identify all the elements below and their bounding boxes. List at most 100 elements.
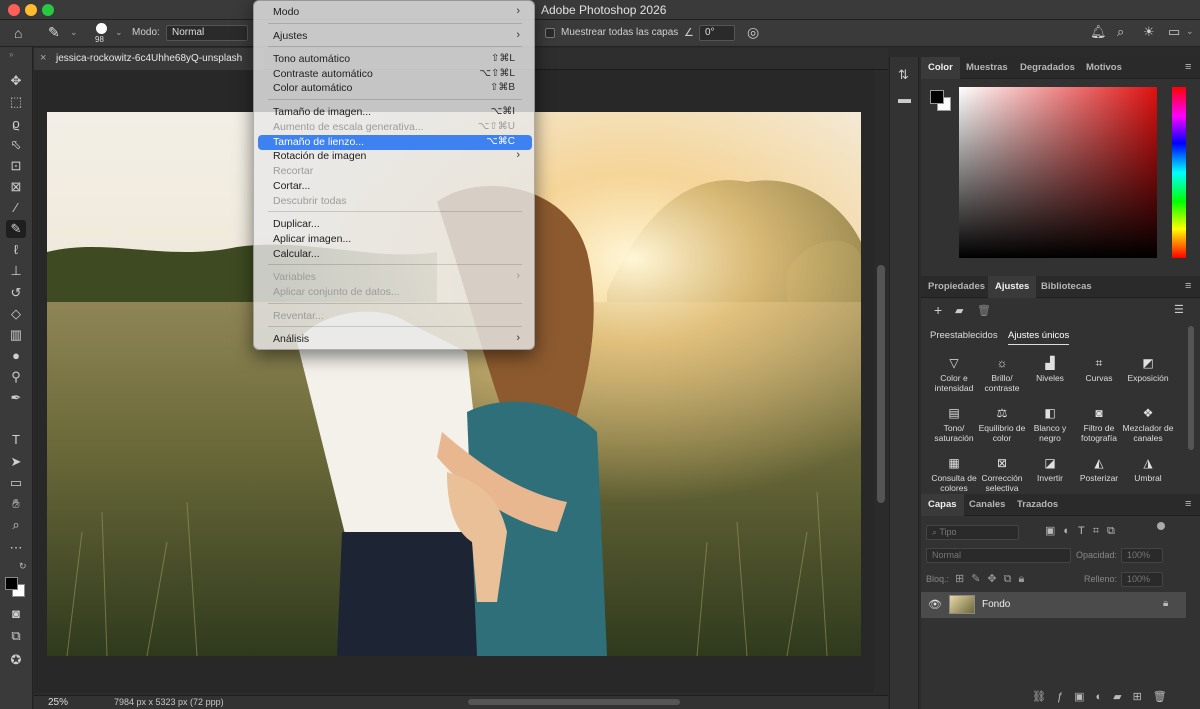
- adjustment-exposure[interactable]: ◩ Exposición: [1120, 356, 1176, 383]
- menu-item[interactable]: Aplicar imagen...: [258, 232, 532, 247]
- chevron-down-icon[interactable]: ⌄: [70, 27, 78, 38]
- tab-swatches[interactable]: Muestras: [959, 57, 1015, 79]
- subtab-single-adjustments[interactable]: Ajustes únicos: [1008, 330, 1070, 345]
- filter-toggle-icon[interactable]: [1157, 522, 1165, 530]
- color-picker-field[interactable]: [959, 87, 1157, 258]
- layers-footer-icons[interactable]: ⛓ƒ▣◐▰⊞🗑︎: [1032, 690, 1178, 703]
- menu-item[interactable]: Rotación de imagen ›: [258, 149, 532, 164]
- type-tool-icon[interactable]: T: [6, 431, 26, 449]
- angle-input[interactable]: 0°: [699, 25, 735, 41]
- lock-icons[interactable]: ⊞✎✥⧉🔒︎: [955, 572, 1031, 586]
- list-view-icon[interactable]: ☰: [1174, 303, 1184, 316]
- chevron-down-icon[interactable]: ⌄: [1186, 26, 1194, 37]
- home-icon[interactable]: ⌂: [14, 25, 22, 41]
- menu-item[interactable]: Tono automático ⇧⌘L: [258, 52, 532, 67]
- foreground-color-swatch[interactable]: [5, 577, 18, 590]
- more-tools-icon[interactable]: ⋯: [6, 539, 26, 557]
- menu-item[interactable]: Modo ›: [258, 5, 532, 20]
- eraser-tool-icon[interactable]: ◇: [6, 305, 26, 323]
- trash-icon[interactable]: 🗑︎: [977, 304, 991, 317]
- sample-all-layers-checkbox[interactable]: [545, 28, 555, 38]
- layer-filter-icons[interactable]: ▣◐T⌗⧉: [1045, 524, 1123, 538]
- layer-kind-filter[interactable]: ⌕ Tipo: [926, 525, 1019, 540]
- zoom-tool-icon[interactable]: ⌕: [6, 516, 26, 534]
- minimize-window-button[interactable]: [25, 4, 37, 16]
- history-icon[interactable]: ⇅: [898, 67, 909, 83]
- menu-item[interactable]: Tamaño de lienzo... ⌥⌘C: [258, 135, 532, 150]
- adjustment-posterize[interactable]: ◭ Posterizar: [1071, 456, 1127, 483]
- gradient-tool-icon[interactable]: ▥: [6, 326, 26, 344]
- hand-tool-icon[interactable]: ✋︎: [6, 495, 26, 513]
- adjustment-photo-filter[interactable]: ◙ Filtro de fotografía: [1071, 406, 1127, 443]
- menu-item[interactable]: Duplicar...: [258, 217, 532, 232]
- horizontal-scrollbar-thumb[interactable]: [468, 699, 680, 705]
- panel-menu-icon[interactable]: ≡: [1185, 498, 1191, 510]
- vertical-scrollbar-thumb[interactable]: [877, 265, 885, 503]
- screen-mode-icon[interactable]: ⧉: [6, 627, 26, 645]
- comments-icon[interactable]: ▬: [898, 91, 911, 106]
- blend-mode-select[interactable]: Normal: [926, 548, 1071, 563]
- folder-icon[interactable]: ▰: [955, 304, 963, 317]
- pressure-icon[interactable]: ◎: [747, 24, 759, 41]
- tab-properties[interactable]: Propiedades: [921, 276, 992, 298]
- menu-item[interactable]: Contraste automático ⌥⇧⌘L: [258, 67, 532, 82]
- panel-menu-icon[interactable]: ≡: [1185, 280, 1191, 292]
- menu-item[interactable]: Ajustes ›: [258, 29, 532, 44]
- fill-input[interactable]: 100%: [1121, 572, 1163, 587]
- panel-collapse-icon[interactable]: »: [9, 50, 13, 59]
- tab-adjustments[interactable]: Ajustes: [988, 276, 1037, 298]
- clone-stamp-tool-icon[interactable]: ⊥: [6, 262, 26, 280]
- adjustment-levels[interactable]: ▟ Niveles: [1022, 356, 1078, 383]
- layer-row[interactable]: 👁︎ Fondo 🔒︎: [921, 592, 1186, 618]
- document-tab[interactable]: × jessica-rockowitz-6c4Uhhe68yQ-unsplash: [34, 48, 264, 70]
- add-icon[interactable]: +: [934, 302, 942, 318]
- document-size-info[interactable]: 7984 px x 5323 px (72 ppp): [114, 697, 224, 707]
- menu-item[interactable]: Calcular...: [258, 247, 532, 262]
- close-window-button[interactable]: [8, 4, 20, 16]
- opacity-input[interactable]: 100%: [1121, 548, 1163, 563]
- close-icon[interactable]: ×: [40, 52, 46, 64]
- tab-gradients[interactable]: Degradados: [1013, 57, 1082, 79]
- brush-tool-icon[interactable]: ℓ: [6, 241, 26, 259]
- history-brush-tool-icon[interactable]: ↺: [6, 284, 26, 302]
- menu-item[interactable]: Tamaño de imagen... ⌥⌘I: [258, 105, 532, 120]
- adjustment-curves[interactable]: ⌗ Curvas: [1071, 356, 1127, 383]
- marquee-tool-icon[interactable]: ⬚: [6, 93, 26, 111]
- menu-item[interactable]: Cortar...: [258, 179, 532, 194]
- frame-tool-icon[interactable]: ⊠: [6, 178, 26, 196]
- subtab-presets[interactable]: Preestablecidos: [930, 330, 998, 341]
- menu-item[interactable]: Análisis ›: [258, 332, 532, 347]
- adjustment-black-white[interactable]: ◧ Blanco y negro: [1022, 406, 1078, 443]
- eye-icon[interactable]: 👁︎: [928, 598, 942, 611]
- healing-brush-tool-icon[interactable]: ✎: [6, 220, 26, 238]
- adjustments-scrollbar[interactable]: [1188, 326, 1194, 450]
- swap-colors-icon[interactable]: ↻: [19, 561, 27, 572]
- zoom-level[interactable]: 25%: [48, 697, 68, 708]
- path-selection-tool-icon[interactable]: ➤: [6, 453, 26, 471]
- brush-preset-picker[interactable]: 98: [92, 22, 112, 45]
- tab-layers[interactable]: Capas: [921, 494, 964, 516]
- menu-item[interactable]: Color automático ⇧⌘B: [258, 81, 532, 96]
- zoom-window-button[interactable]: [42, 4, 54, 16]
- chevron-down-icon[interactable]: ⌄: [115, 27, 123, 38]
- move-tool-icon[interactable]: ✥: [6, 72, 26, 90]
- workspace-icon[interactable]: ▭: [1168, 24, 1180, 40]
- dodge-tool-icon[interactable]: ⚲: [6, 368, 26, 386]
- panel-menu-icon[interactable]: ≡: [1185, 61, 1191, 73]
- tab-libraries[interactable]: Bibliotecas: [1034, 276, 1099, 298]
- eyedropper-tool-icon[interactable]: ⁄: [6, 199, 26, 217]
- object-selection-tool-icon[interactable]: ⬁: [6, 136, 26, 154]
- bell-icon[interactable]: 🔔︎: [1090, 24, 1107, 40]
- quick-mask-icon[interactable]: ◙: [6, 605, 26, 623]
- tab-color[interactable]: Color: [921, 57, 960, 79]
- adjustment-channel-mixer[interactable]: ❖ Mezclador de canales: [1120, 406, 1176, 443]
- crop-tool-icon[interactable]: ⊡: [6, 157, 26, 175]
- blur-tool-icon[interactable]: ●: [6, 347, 26, 365]
- pen-tool-icon[interactable]: ✒: [6, 389, 26, 407]
- generative-icon[interactable]: ✪: [6, 651, 26, 669]
- tab-channels[interactable]: Canales: [962, 494, 1012, 516]
- adjustment-invert[interactable]: ◪ Invertir: [1022, 456, 1078, 483]
- rectangle-tool-icon[interactable]: ▭: [6, 474, 26, 492]
- healing-brush-tool-icon[interactable]: ✎: [48, 24, 60, 41]
- search-icon[interactable]: ⌕: [1117, 24, 1124, 40]
